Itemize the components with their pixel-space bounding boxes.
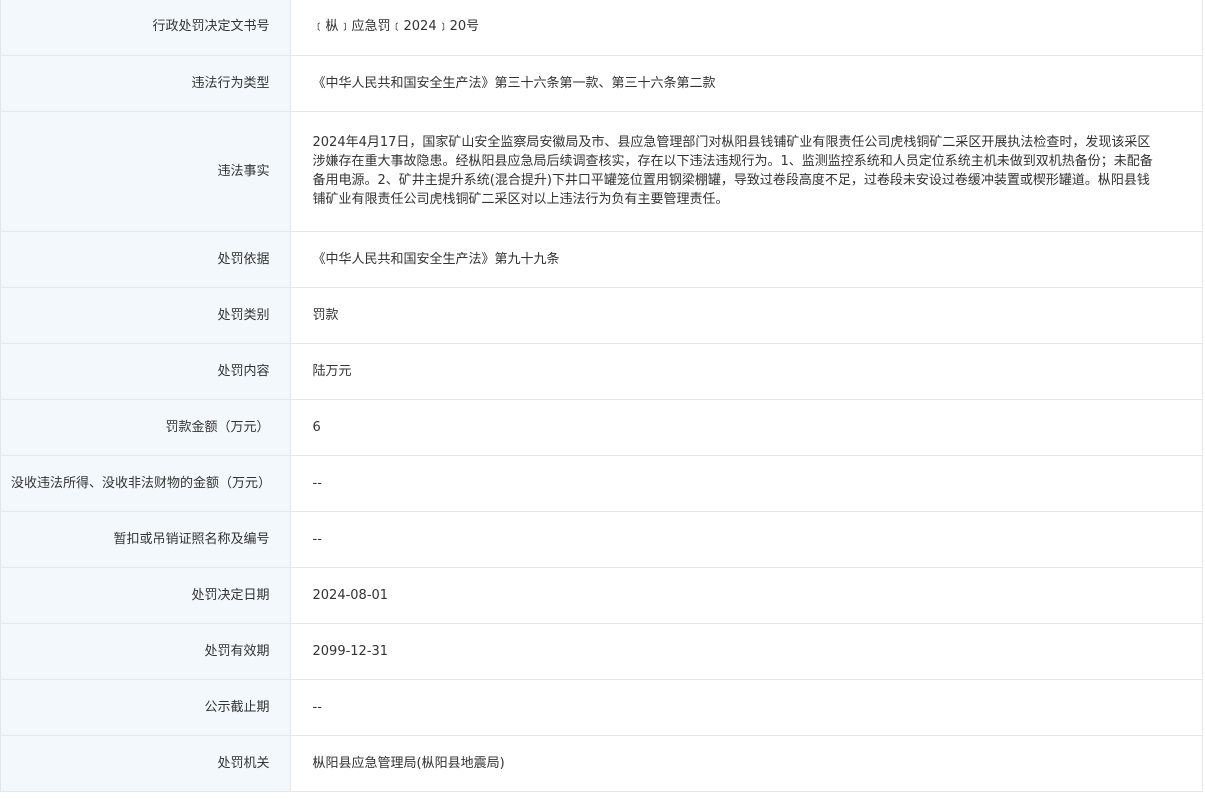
- field-value: ﹝枞﹞应急罚﹝2024﹞20号: [290, 0, 1202, 56]
- field-value: 《中华人民共和国安全生产法》第九十九条: [290, 231, 1202, 288]
- row-fine-amount: 罚款金额（万元） 6: [1, 399, 1202, 456]
- field-value: 陆万元: [290, 343, 1202, 400]
- field-label: 处罚内容: [1, 343, 291, 400]
- field-label: 处罚有效期: [1, 623, 291, 680]
- field-value: 枞阳县应急管理局(枞阳县地震局): [290, 735, 1202, 792]
- field-value: --: [290, 511, 1202, 568]
- field-value: 2099-12-31: [290, 623, 1202, 680]
- field-value: 2024-08-01: [290, 567, 1202, 624]
- field-label: 处罚类别: [1, 287, 291, 344]
- field-value: --: [290, 679, 1202, 736]
- field-label: 处罚机关: [1, 735, 291, 792]
- field-label: 行政处罚决定文书号: [1, 0, 291, 56]
- field-label: 罚款金额（万元）: [1, 399, 291, 456]
- field-label: 公示截止期: [1, 679, 291, 736]
- row-penalty-basis: 处罚依据 《中华人民共和国安全生产法》第九十九条: [1, 231, 1202, 288]
- penalty-detail-sheet: 行政处罚决定文书号 ﹝枞﹞应急罚﹝2024﹞20号 违法行为类型 《中华人民共和…: [0, 0, 1203, 792]
- field-label: 暂扣或吊销证照名称及编号: [1, 511, 291, 568]
- row-violation-facts: 违法事实 2024年4月17日，国家矿山安全监察局安徽局及市、县应急管理部门对枞…: [1, 111, 1202, 232]
- penalty-detail-table: 行政处罚决定文书号 ﹝枞﹞应急罚﹝2024﹞20号 违法行为类型 《中华人民共和…: [1, 0, 1202, 792]
- row-penalty-category: 处罚类别 罚款: [1, 287, 1202, 344]
- row-violation-type: 违法行为类型 《中华人民共和国安全生产法》第三十六条第一款、第三十六条第二款: [1, 55, 1202, 112]
- row-penalty-authority: 处罚机关 枞阳县应急管理局(枞阳县地震局): [1, 735, 1202, 792]
- field-value: --: [290, 455, 1202, 512]
- field-value: 6: [290, 399, 1202, 456]
- field-value: 2024年4月17日，国家矿山安全监察局安徽局及市、县应急管理部门对枞阳县钱铺矿…: [290, 111, 1202, 232]
- row-validity-date: 处罚有效期 2099-12-31: [1, 623, 1202, 680]
- row-document-number: 行政处罚决定文书号 ﹝枞﹞应急罚﹝2024﹞20号: [1, 0, 1202, 56]
- field-label: 违法事实: [1, 111, 291, 232]
- field-label: 处罚决定日期: [1, 567, 291, 624]
- row-publicity-deadline: 公示截止期 --: [1, 679, 1202, 736]
- row-license-revocation: 暂扣或吊销证照名称及编号 --: [1, 511, 1202, 568]
- field-label: 违法行为类型: [1, 55, 291, 112]
- field-value: 《中华人民共和国安全生产法》第三十六条第一款、第三十六条第二款: [290, 55, 1202, 112]
- row-decision-date: 处罚决定日期 2024-08-01: [1, 567, 1202, 624]
- row-confiscation-amount: 没收违法所得、没收非法财物的金额（万元） --: [1, 455, 1202, 512]
- field-label: 没收违法所得、没收非法财物的金额（万元）: [1, 455, 291, 512]
- field-value: 罚款: [290, 287, 1202, 344]
- row-penalty-content: 处罚内容 陆万元: [1, 343, 1202, 400]
- field-label: 处罚依据: [1, 231, 291, 288]
